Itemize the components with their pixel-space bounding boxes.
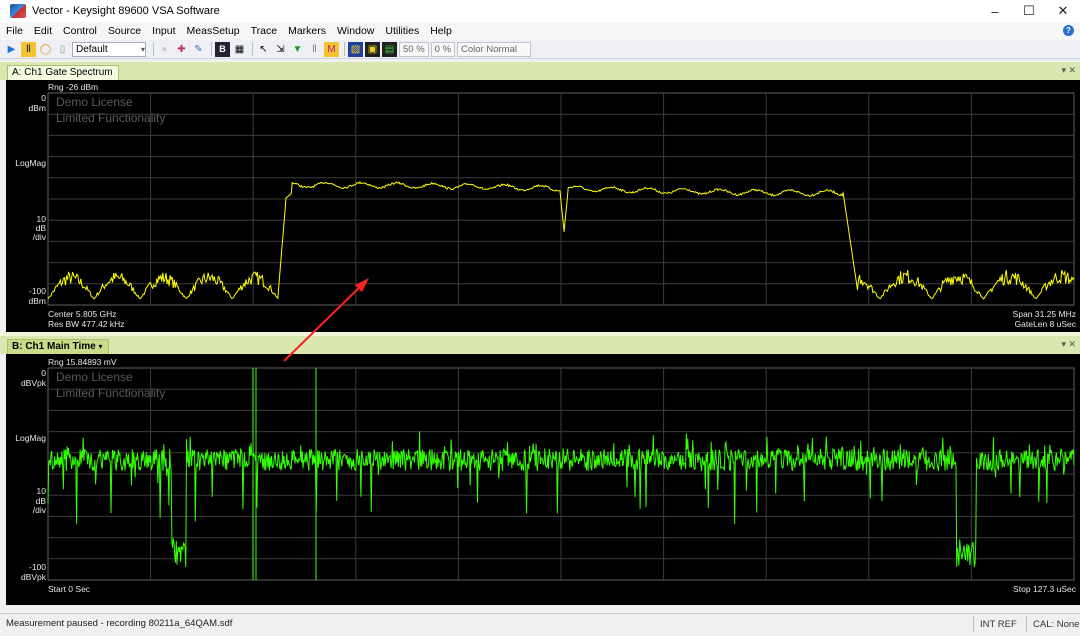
menu-bar: File Edit Control Source Input MeasSetup… [0, 22, 1080, 40]
preset-value: Default [76, 43, 108, 55]
menu-window[interactable]: Window [337, 25, 374, 37]
trace-a-plot[interactable] [6, 80, 1080, 332]
trace-b-pane[interactable]: Rng 15.84893 mV 0 dBVpk LogMag 10 dB /di… [6, 354, 1080, 605]
menu-file[interactable]: File [6, 25, 23, 37]
toolbar-divider [211, 42, 212, 56]
watermark-line-1: Demo License [56, 95, 133, 109]
trace-grid-icon[interactable]: ▤ [382, 41, 397, 57]
trace-a-bottom-unit: dBm [28, 296, 46, 306]
trace-b-format: LogMag [15, 433, 46, 443]
title-bar: Vector - Keysight 89600 VSA Software – ☐… [0, 0, 1080, 22]
trace-a-top-unit: dBm [28, 103, 46, 113]
pane-a-controls[interactable]: ▾ ✕ [1061, 65, 1076, 76]
menu-markers[interactable]: Markers [288, 25, 326, 37]
trace-a-bottom-value: -100 [28, 286, 46, 296]
color-scheme-field[interactable]: Color Normal [457, 41, 532, 57]
calibration-icon[interactable]: ✚ [174, 42, 189, 57]
chevron-down-icon: ▾ [140, 44, 145, 54]
status-message: Measurement paused - recording 80211a_64… [6, 618, 233, 629]
watermark-line-2: Limited Functionality [56, 111, 166, 125]
pane-b-controls[interactable]: ▾ ✕ [1061, 339, 1076, 350]
trace-a-scale-div: /div [32, 232, 46, 242]
app-icon [10, 4, 26, 18]
menu-help[interactable]: Help [430, 25, 452, 37]
restart-icon[interactable]: ◯ [38, 42, 53, 57]
help-icon[interactable]: ? [1063, 25, 1074, 36]
close-button[interactable]: ✕ [1046, 0, 1080, 22]
pointer-icon[interactable]: ↖ [256, 42, 271, 57]
play-icon[interactable]: ▶ [4, 42, 19, 57]
trace-a-format: LogMag [15, 158, 46, 168]
trace-b-tab-strip: B: Ch1 Main Time ▾ ▾ ✕ [0, 336, 1080, 354]
tab-trace-a[interactable]: A: Ch1 Gate Spectrum [7, 65, 119, 80]
record-icon[interactable]: ● [157, 42, 172, 57]
pause-icon[interactable]: ‖ [21, 41, 36, 57]
marker-peak-icon[interactable]: M [324, 41, 339, 57]
zoom-pointer-icon[interactable]: ⇲ [273, 42, 288, 57]
trace-b-scale-value: 10 [36, 486, 46, 496]
maximize-button[interactable]: ☐ [1012, 0, 1046, 22]
trace-scale-icon[interactable]: ▣ [365, 41, 380, 57]
menu-control[interactable]: Control [63, 25, 97, 37]
menu-utilities[interactable]: Utilities [385, 25, 419, 37]
trace-a-gate-len: GateLen 8 uSec [1014, 319, 1076, 329]
menu-input[interactable]: Input [152, 25, 175, 37]
trace-a-center: Center 5.805 GHz [48, 309, 117, 319]
trace-b-top-unit: dBVpk [20, 378, 46, 388]
zoom-b-field[interactable]: 0 % [430, 41, 456, 57]
trace-b-range: Rng 15.84893 mV [48, 357, 117, 367]
document-icon[interactable]: ▯ [55, 42, 70, 57]
watermark-line-2: Limited Functionality [56, 386, 166, 400]
menu-edit[interactable]: Edit [34, 25, 52, 37]
trace-b-bottom-unit: dBVpk [20, 572, 46, 582]
toolbar: ▶ ‖ ◯ ▯ Default ▾ ● ✚ ✎ B ▦ ↖ ⇲ ▼ Ⅱ M ▧ ▣… [0, 40, 1080, 59]
marker-icon[interactable]: ▼ [290, 42, 305, 57]
menu-source[interactable]: Source [108, 25, 141, 37]
status-bar: Measurement paused - recording 80211a_64… [0, 613, 1080, 633]
trace-a-tab-strip: A: Ch1 Gate Spectrum ▾ ✕ [0, 62, 1080, 80]
layout-b-icon[interactable]: B [215, 41, 230, 57]
trace-b-scale-div: /div [32, 505, 46, 515]
window-title: Vector - Keysight 89600 VSA Software [32, 5, 220, 17]
tab-trace-b[interactable]: B: Ch1 Main Time ▾ [7, 339, 109, 354]
preset-select[interactable]: Default ▾ [72, 41, 146, 57]
trace-a-res-bw: Res BW 477.42 kHz [48, 319, 125, 329]
trace-b-top-value: 0 [41, 368, 46, 378]
trace-b-start: Start 0 Sec [48, 584, 91, 594]
toolbar-divider [153, 42, 154, 56]
trace-b-watermark: Demo License Limited Functionality [56, 369, 165, 401]
trace-b-bottom-value: -100 [28, 562, 46, 572]
toolbar-divider [344, 42, 345, 56]
menu-meassetup[interactable]: MeasSetup [187, 25, 240, 37]
tools-icon[interactable]: ✎ [191, 42, 206, 57]
chevron-down-icon: ▾ [98, 342, 103, 351]
grid-layout-icon[interactable]: ▦ [232, 42, 247, 57]
window-controls: – ☐ ✕ [978, 0, 1080, 22]
trace-b-stop: Stop 127.3 uSec [1013, 584, 1076, 594]
menu-trace[interactable]: Trace [251, 25, 277, 37]
toolbar-divider [252, 42, 253, 56]
trace-display-icon[interactable]: ▧ [348, 41, 363, 57]
trace-b-plot[interactable] [6, 354, 1080, 605]
trace-a-watermark: Demo License Limited Functionality [56, 94, 165, 126]
trace-a-top-value: 0 [41, 93, 46, 103]
minimize-button[interactable]: – [978, 0, 1012, 22]
trace-a-range: Rng -26 dBm [48, 82, 99, 92]
zoom-a-field[interactable]: 50 % [399, 41, 429, 57]
status-cal[interactable]: CAL: None [1026, 616, 1080, 632]
trace-a-pane[interactable]: Rng -26 dBm 0 dBm LogMag 10 dB /div -100… [6, 80, 1080, 332]
tab-trace-b-label: B: Ch1 Main Time [12, 341, 96, 352]
marker-line-icon[interactable]: Ⅱ [307, 42, 322, 57]
watermark-line-1: Demo License [56, 370, 133, 384]
status-ref[interactable]: INT REF [973, 616, 1025, 632]
trace-a-span: Span 31.25 MHz [1012, 309, 1076, 319]
